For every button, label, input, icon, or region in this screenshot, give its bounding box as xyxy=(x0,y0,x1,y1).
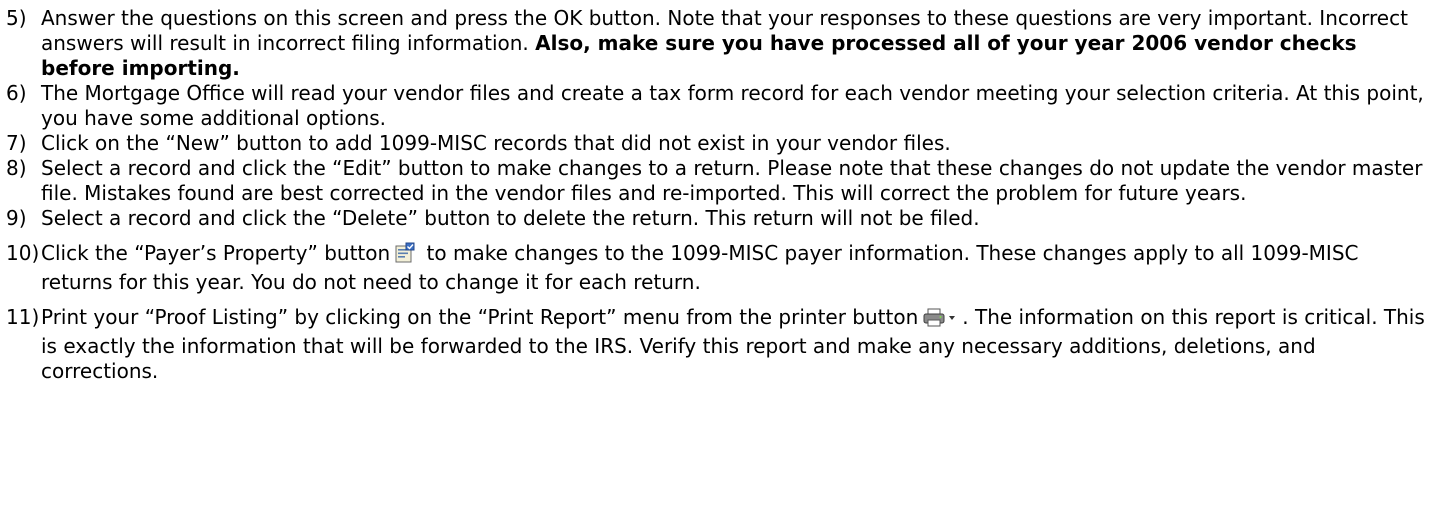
step-number: 10) xyxy=(6,241,40,265)
step-text: The Mortgage Office will read your vendo… xyxy=(41,81,1424,130)
step-number: 11) xyxy=(6,305,40,329)
step-text: Click on the “New” button to add 1099-MI… xyxy=(41,131,951,155)
step-number: 7) xyxy=(6,131,27,155)
step-10: 10) Click the “Payer’s Property” button … xyxy=(6,241,1436,295)
step-9: 9) Select a record and click the “Delete… xyxy=(6,206,1436,231)
step-5: 5) Answer the questions on this screen a… xyxy=(6,6,1436,81)
step-8: 8) Select a record and click the “Edit” … xyxy=(6,156,1436,206)
step-number: 9) xyxy=(6,206,27,230)
step-7: 7) Click on the “New” button to add 1099… xyxy=(6,131,1436,156)
step-text-before: Click the “Payer’s Property” button xyxy=(41,241,391,265)
steps-list: 5) Answer the questions on this screen a… xyxy=(6,6,1436,384)
instructions-document: 5) Answer the questions on this screen a… xyxy=(6,6,1436,384)
step-number: 8) xyxy=(6,156,27,180)
step-text: Answer the questions on this screen and … xyxy=(41,6,1436,81)
step-6: 6) The Mortgage Office will read your ve… xyxy=(6,81,1436,131)
step-text: Select a record and click the “Edit” but… xyxy=(41,156,1423,205)
step-text-before: Print your “Proof Listing” by clicking o… xyxy=(41,305,919,329)
step-number: 6) xyxy=(6,81,27,105)
step-number: 5) xyxy=(6,6,27,30)
step-text: Select a record and click the “Delete” b… xyxy=(41,206,980,230)
step-text: Print your “Proof Listing” by clicking o… xyxy=(41,305,1436,384)
printer-dropdown-icon xyxy=(922,308,958,334)
step-text: Click the “Payer’s Property” button to m… xyxy=(41,241,1436,295)
payer-property-icon xyxy=(394,242,416,270)
step-11: 11) Print your “Proof Listing” by clicki… xyxy=(6,305,1436,384)
